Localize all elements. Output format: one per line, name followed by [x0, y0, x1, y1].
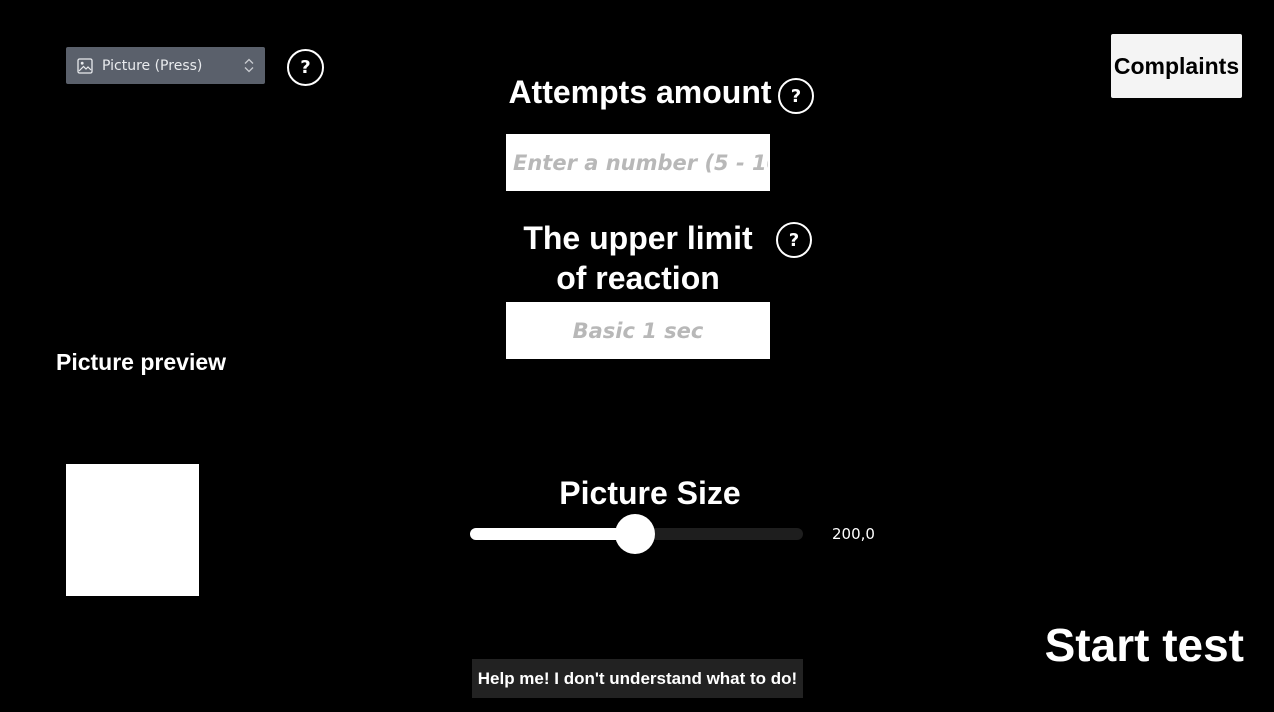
- image-icon: [77, 57, 93, 74]
- picture-size-slider[interactable]: [470, 514, 803, 554]
- reaction-limit-heading: The upper limit of reaction: [505, 218, 771, 298]
- picture-size-value: 200,0: [832, 525, 875, 543]
- reaction-limit-heading-line1: The upper limit: [523, 220, 753, 256]
- start-test-button[interactable]: Start test: [1045, 618, 1244, 672]
- reaction-limit-input[interactable]: [506, 302, 770, 359]
- slider-fill: [470, 528, 635, 540]
- attempts-input[interactable]: [506, 134, 770, 191]
- slider-thumb[interactable]: [614, 514, 655, 554]
- app-root: Picture (Press) ? Attempts amount ? The …: [0, 0, 1274, 712]
- help-me-button[interactable]: Help me! I don't understand what to do!: [472, 659, 803, 698]
- mode-select-label: Picture (Press): [102, 57, 203, 74]
- picture-size-heading: Picture Size: [559, 475, 741, 511]
- mode-select[interactable]: Picture (Press): [66, 47, 265, 84]
- attempts-help-button[interactable]: ?: [778, 78, 814, 114]
- reaction-limit-help-button[interactable]: ?: [776, 222, 812, 258]
- reaction-limit-heading-line2: of reaction: [556, 260, 720, 296]
- picture-preview: [66, 464, 199, 596]
- preview-label: Picture preview: [56, 349, 227, 375]
- complaints-button[interactable]: Complaints: [1111, 34, 1242, 98]
- attempts-heading: Attempts amount: [508, 74, 772, 110]
- mode-help-button[interactable]: ?: [287, 49, 324, 86]
- chevron-up-down-icon: [243, 58, 255, 73]
